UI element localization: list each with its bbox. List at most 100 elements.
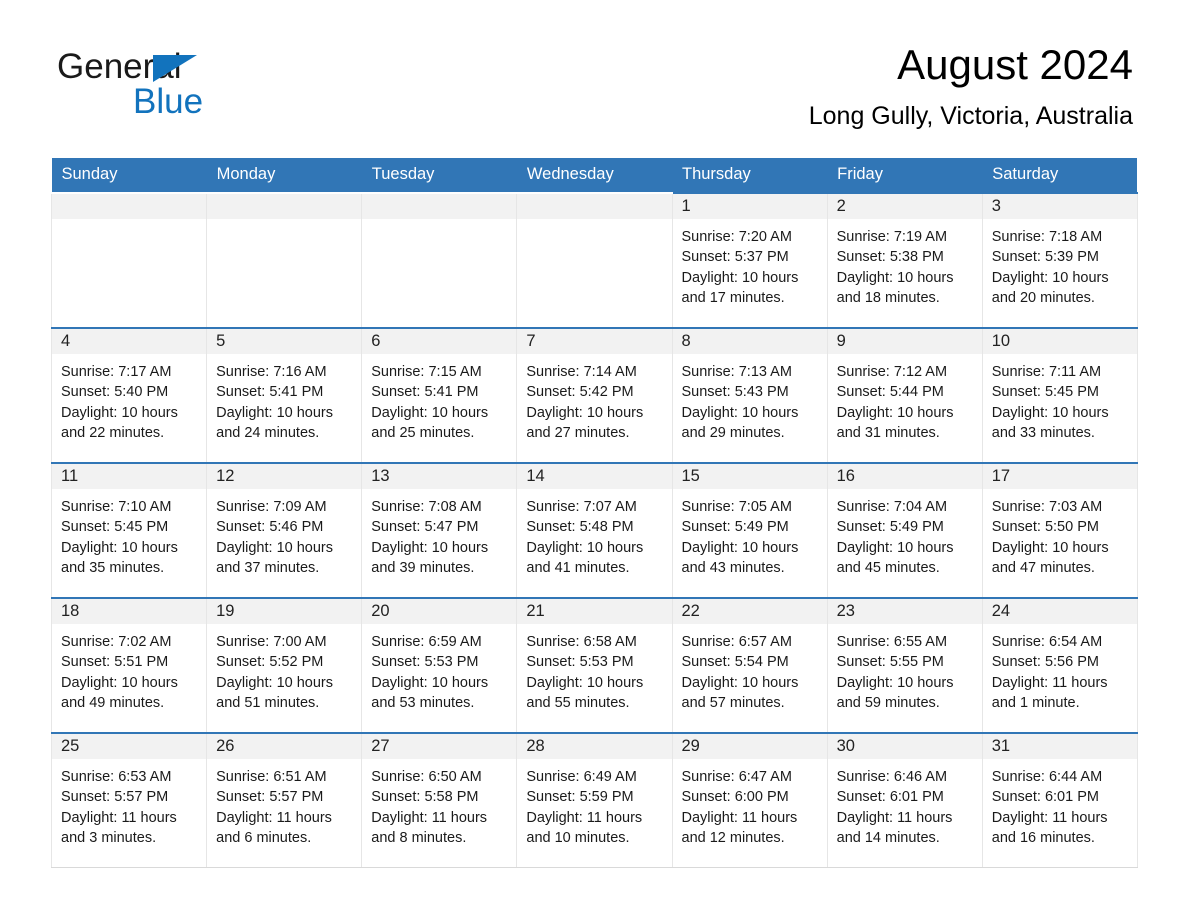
daylight-text-line1: Daylight: 10 hours bbox=[836, 674, 954, 691]
day-cell-inner: 27 Sunrise: 6:50 AM Sunset: 5:58 PM Dayligh… bbox=[362, 734, 517, 867]
sunrise-text: Sunrise: 7:02 AM bbox=[61, 634, 172, 650]
calendar-day-cell[interactable]: 4 Sunrise: 7:17 AM Sunset: 5:40 PM Daylight… bbox=[50, 327, 208, 464]
day-number-band: 10 bbox=[982, 329, 1137, 354]
day-cell-inner: 31 Sunrise: 6:44 AM Sunset: 6:01 PM Dayligh… bbox=[982, 734, 1137, 867]
calendar-day-cell[interactable]: 26 Sunrise: 6:51 AM Sunset: 5:57 PM Dayligh… bbox=[206, 732, 363, 868]
day-cell-inner bbox=[517, 194, 672, 327]
calendar-day-cell[interactable]: 22 Sunrise: 6:57 AM Sunset: 5:54 PM Dayligh… bbox=[671, 597, 828, 734]
calendar-day-cell[interactable]: 3 Sunrise: 7:18 AM Sunset: 5:39 PM Daylight… bbox=[981, 192, 1138, 329]
day-cell-inner: 17 Sunrise: 7:03 AM Sunset: 5:50 PM Dayligh… bbox=[982, 464, 1137, 597]
day-cell-details: Sunrise: 6:51 AM Sunset: 5:57 PM Daylight:… bbox=[207, 759, 361, 849]
sunrise-text: Sunrise: 7:10 AM bbox=[61, 499, 172, 515]
day-cell-details: Sunrise: 6:55 AM Sunset: 5:55 PM Daylight:… bbox=[828, 624, 982, 714]
day-number-band bbox=[207, 194, 362, 219]
calendar-day-cell[interactable]: 27 Sunrise: 6:50 AM Sunset: 5:58 PM Dayligh… bbox=[361, 732, 518, 868]
day-number-band: 21 bbox=[517, 599, 672, 624]
daylight-text-line2: and 25 minutes. bbox=[371, 425, 475, 442]
day-cell-details: Sunrise: 6:53 AM Sunset: 5:57 PM Daylight:… bbox=[52, 759, 206, 849]
sunrise-text: Sunrise: 6:54 AM bbox=[991, 634, 1103, 650]
day-number-band: 2 bbox=[827, 194, 982, 219]
day-cell-details: Sunrise: 6:50 AM Sunset: 5:58 PM Daylight:… bbox=[362, 759, 516, 849]
daylight-text-line1: Daylight: 10 hours bbox=[371, 404, 489, 421]
day-cell-details: Sunrise: 6:57 AM Sunset: 5:54 PM Daylight:… bbox=[673, 624, 827, 714]
daylight-text-line1: Daylight: 10 hours bbox=[526, 404, 644, 421]
daylight-text-line2: and 6 minutes. bbox=[216, 830, 312, 847]
day-number: 31 bbox=[991, 737, 1011, 755]
day-number: 14 bbox=[526, 467, 545, 485]
day-cell-inner: 3 Sunrise: 7:18 AM Sunset: 5:39 PM Daylight… bbox=[982, 194, 1137, 327]
calendar-day-cell[interactable]: 12 Sunrise: 7:09 AM Sunset: 5:46 PM Dayligh… bbox=[206, 462, 363, 599]
calendar-day-cell[interactable]: 15 Sunrise: 7:05 AM Sunset: 5:49 PM Dayligh… bbox=[671, 462, 828, 599]
calendar-container: Sunday Monday Tuesday Wednesday Thursday… bbox=[50, 158, 1138, 868]
calendar-day-cell[interactable]: 2 Sunrise: 7:19 AM Sunset: 5:38 PM Daylight… bbox=[826, 192, 983, 329]
calendar-day-cell[interactable]: 9 Sunrise: 7:12 AM Sunset: 5:44 PM Daylight… bbox=[826, 327, 983, 464]
sunset-text: Sunset: 5:55 PM bbox=[836, 654, 944, 671]
calendar-day-cell[interactable]: 1 Sunrise: 7:20 AM Sunset: 5:37 PM Daylight… bbox=[671, 192, 828, 329]
calendar-day-cell[interactable]: 23 Sunrise: 6:55 AM Sunset: 5:55 PM Dayligh… bbox=[826, 597, 983, 734]
day-number: 27 bbox=[371, 737, 390, 755]
sunrise-text: Sunrise: 7:09 AM bbox=[216, 499, 327, 515]
day-cell-inner: 18 Sunrise: 7:02 AM Sunset: 5:51 PM Dayligh… bbox=[52, 599, 207, 732]
day-cell-details: Sunrise: 7:13 AM Sunset: 5:43 PM Daylight:… bbox=[673, 354, 827, 444]
calendar-day-cell[interactable]: 30 Sunrise: 6:46 AM Sunset: 6:01 PM Dayligh… bbox=[826, 732, 983, 868]
sunset-text: Sunset: 5:53 PM bbox=[526, 654, 634, 671]
calendar-day-cell[interactable]: 29 Sunrise: 6:47 AM Sunset: 6:00 PM Dayligh… bbox=[671, 732, 828, 868]
weekday-header-friday: Friday bbox=[827, 158, 983, 193]
day-number: 28 bbox=[526, 737, 545, 755]
day-cell-details bbox=[517, 219, 671, 227]
daylight-text-line1: Daylight: 11 hours bbox=[216, 809, 332, 826]
calendar-day-cell[interactable]: 13 Sunrise: 7:08 AM Sunset: 5:47 PM Dayligh… bbox=[361, 462, 518, 599]
daylight-text-line2: and 22 minutes. bbox=[61, 425, 165, 442]
day-cell-details: Sunrise: 6:59 AM Sunset: 5:53 PM Daylight:… bbox=[362, 624, 516, 714]
sunrise-text: Sunrise: 6:47 AM bbox=[681, 769, 792, 785]
sunrise-text: Sunrise: 7:20 AM bbox=[681, 229, 792, 245]
calendar-day-cell[interactable]: 7 Sunrise: 7:14 AM Sunset: 5:42 PM Daylight… bbox=[516, 327, 673, 464]
day-number: 3 bbox=[991, 197, 1001, 215]
daylight-text-line2: and 57 minutes. bbox=[681, 695, 785, 712]
daylight-text-line1: Daylight: 10 hours bbox=[681, 269, 799, 286]
daylight-text-line1: Daylight: 10 hours bbox=[836, 539, 954, 556]
calendar-day-cell[interactable]: 21 Sunrise: 6:58 AM Sunset: 5:53 PM Dayligh… bbox=[516, 597, 673, 734]
day-cell-details: Sunrise: 6:47 AM Sunset: 6:00 PM Daylight:… bbox=[673, 759, 827, 849]
calendar-day-cell[interactable]: 8 Sunrise: 7:13 AM Sunset: 5:43 PM Daylight… bbox=[671, 327, 828, 464]
sunrise-text: Sunrise: 6:50 AM bbox=[371, 769, 482, 785]
daylight-text-line1: Daylight: 10 hours bbox=[991, 539, 1109, 556]
sunrise-text: Sunrise: 7:16 AM bbox=[216, 364, 327, 380]
day-cell-inner: 7 Sunrise: 7:14 AM Sunset: 5:42 PM Daylight… bbox=[517, 329, 672, 462]
calendar-day-cell[interactable]: 19 Sunrise: 7:00 AM Sunset: 5:52 PM Dayligh… bbox=[206, 597, 363, 734]
day-number: 23 bbox=[836, 602, 855, 620]
calendar-day-cell[interactable]: 16 Sunrise: 7:04 AM Sunset: 5:49 PM Dayligh… bbox=[826, 462, 983, 599]
sunset-text: Sunset: 5:44 PM bbox=[836, 384, 944, 401]
day-cell-inner: 2 Sunrise: 7:19 AM Sunset: 5:38 PM Daylight… bbox=[827, 194, 982, 327]
calendar-day-cell[interactable]: 6 Sunrise: 7:15 AM Sunset: 5:41 PM Daylight… bbox=[361, 327, 518, 464]
daylight-text-line2: and 49 minutes. bbox=[61, 695, 165, 712]
calendar-day-cell[interactable]: 5 Sunrise: 7:16 AM Sunset: 5:41 PM Daylight… bbox=[206, 327, 363, 464]
day-cell-inner: 28 Sunrise: 6:49 AM Sunset: 5:59 PM Dayligh… bbox=[517, 734, 672, 867]
calendar-day-cell[interactable]: 25 Sunrise: 6:53 AM Sunset: 5:57 PM Dayligh… bbox=[50, 732, 208, 868]
calendar-day-cell[interactable]: 24 Sunrise: 6:54 AM Sunset: 5:56 PM Dayligh… bbox=[981, 597, 1138, 734]
day-cell-inner bbox=[52, 194, 207, 327]
daylight-text-line2: and 59 minutes. bbox=[836, 695, 940, 712]
calendar-day-cell[interactable]: 14 Sunrise: 7:07 AM Sunset: 5:48 PM Dayligh… bbox=[516, 462, 673, 599]
day-number-band: 1 bbox=[672, 194, 827, 219]
calendar-day-cell[interactable]: 20 Sunrise: 6:59 AM Sunset: 5:53 PM Dayligh… bbox=[361, 597, 518, 734]
daylight-text-line1: Daylight: 10 hours bbox=[991, 269, 1109, 286]
calendar-day-cell[interactable]: 18 Sunrise: 7:02 AM Sunset: 5:51 PM Dayligh… bbox=[50, 597, 208, 734]
sunrise-text: Sunrise: 6:46 AM bbox=[836, 769, 948, 785]
sunrise-text: Sunrise: 7:13 AM bbox=[681, 364, 792, 380]
calendar-day-cell[interactable]: 28 Sunrise: 6:49 AM Sunset: 5:59 PM Dayligh… bbox=[516, 732, 673, 868]
weekday-header-wednesday: Wednesday bbox=[516, 158, 672, 193]
sunrise-text: Sunrise: 7:18 AM bbox=[991, 229, 1103, 245]
calendar-day-cell[interactable]: 10 Sunrise: 7:11 AM Sunset: 5:45 PM Dayligh… bbox=[981, 327, 1138, 464]
daylight-text-line2: and 35 minutes. bbox=[61, 560, 165, 577]
logo-text-blue: Blue bbox=[133, 82, 204, 121]
calendar-day-cell[interactable]: 11 Sunrise: 7:10 AM Sunset: 5:45 PM Dayligh… bbox=[50, 462, 208, 599]
calendar-day-cell[interactable]: 31 Sunrise: 6:44 AM Sunset: 6:01 PM Dayligh… bbox=[981, 732, 1138, 868]
sunrise-text: Sunrise: 7:05 AM bbox=[681, 499, 792, 515]
calendar-day-cell-empty bbox=[50, 192, 208, 329]
daylight-text-line2: and 41 minutes. bbox=[526, 560, 630, 577]
day-cell-details: Sunrise: 7:20 AM Sunset: 5:37 PM Daylight:… bbox=[673, 219, 827, 309]
daylight-text-line1: Daylight: 10 hours bbox=[526, 674, 644, 691]
sunset-text: Sunset: 5:46 PM bbox=[216, 519, 324, 536]
calendar-day-cell[interactable]: 17 Sunrise: 7:03 AM Sunset: 5:50 PM Dayligh… bbox=[981, 462, 1138, 599]
